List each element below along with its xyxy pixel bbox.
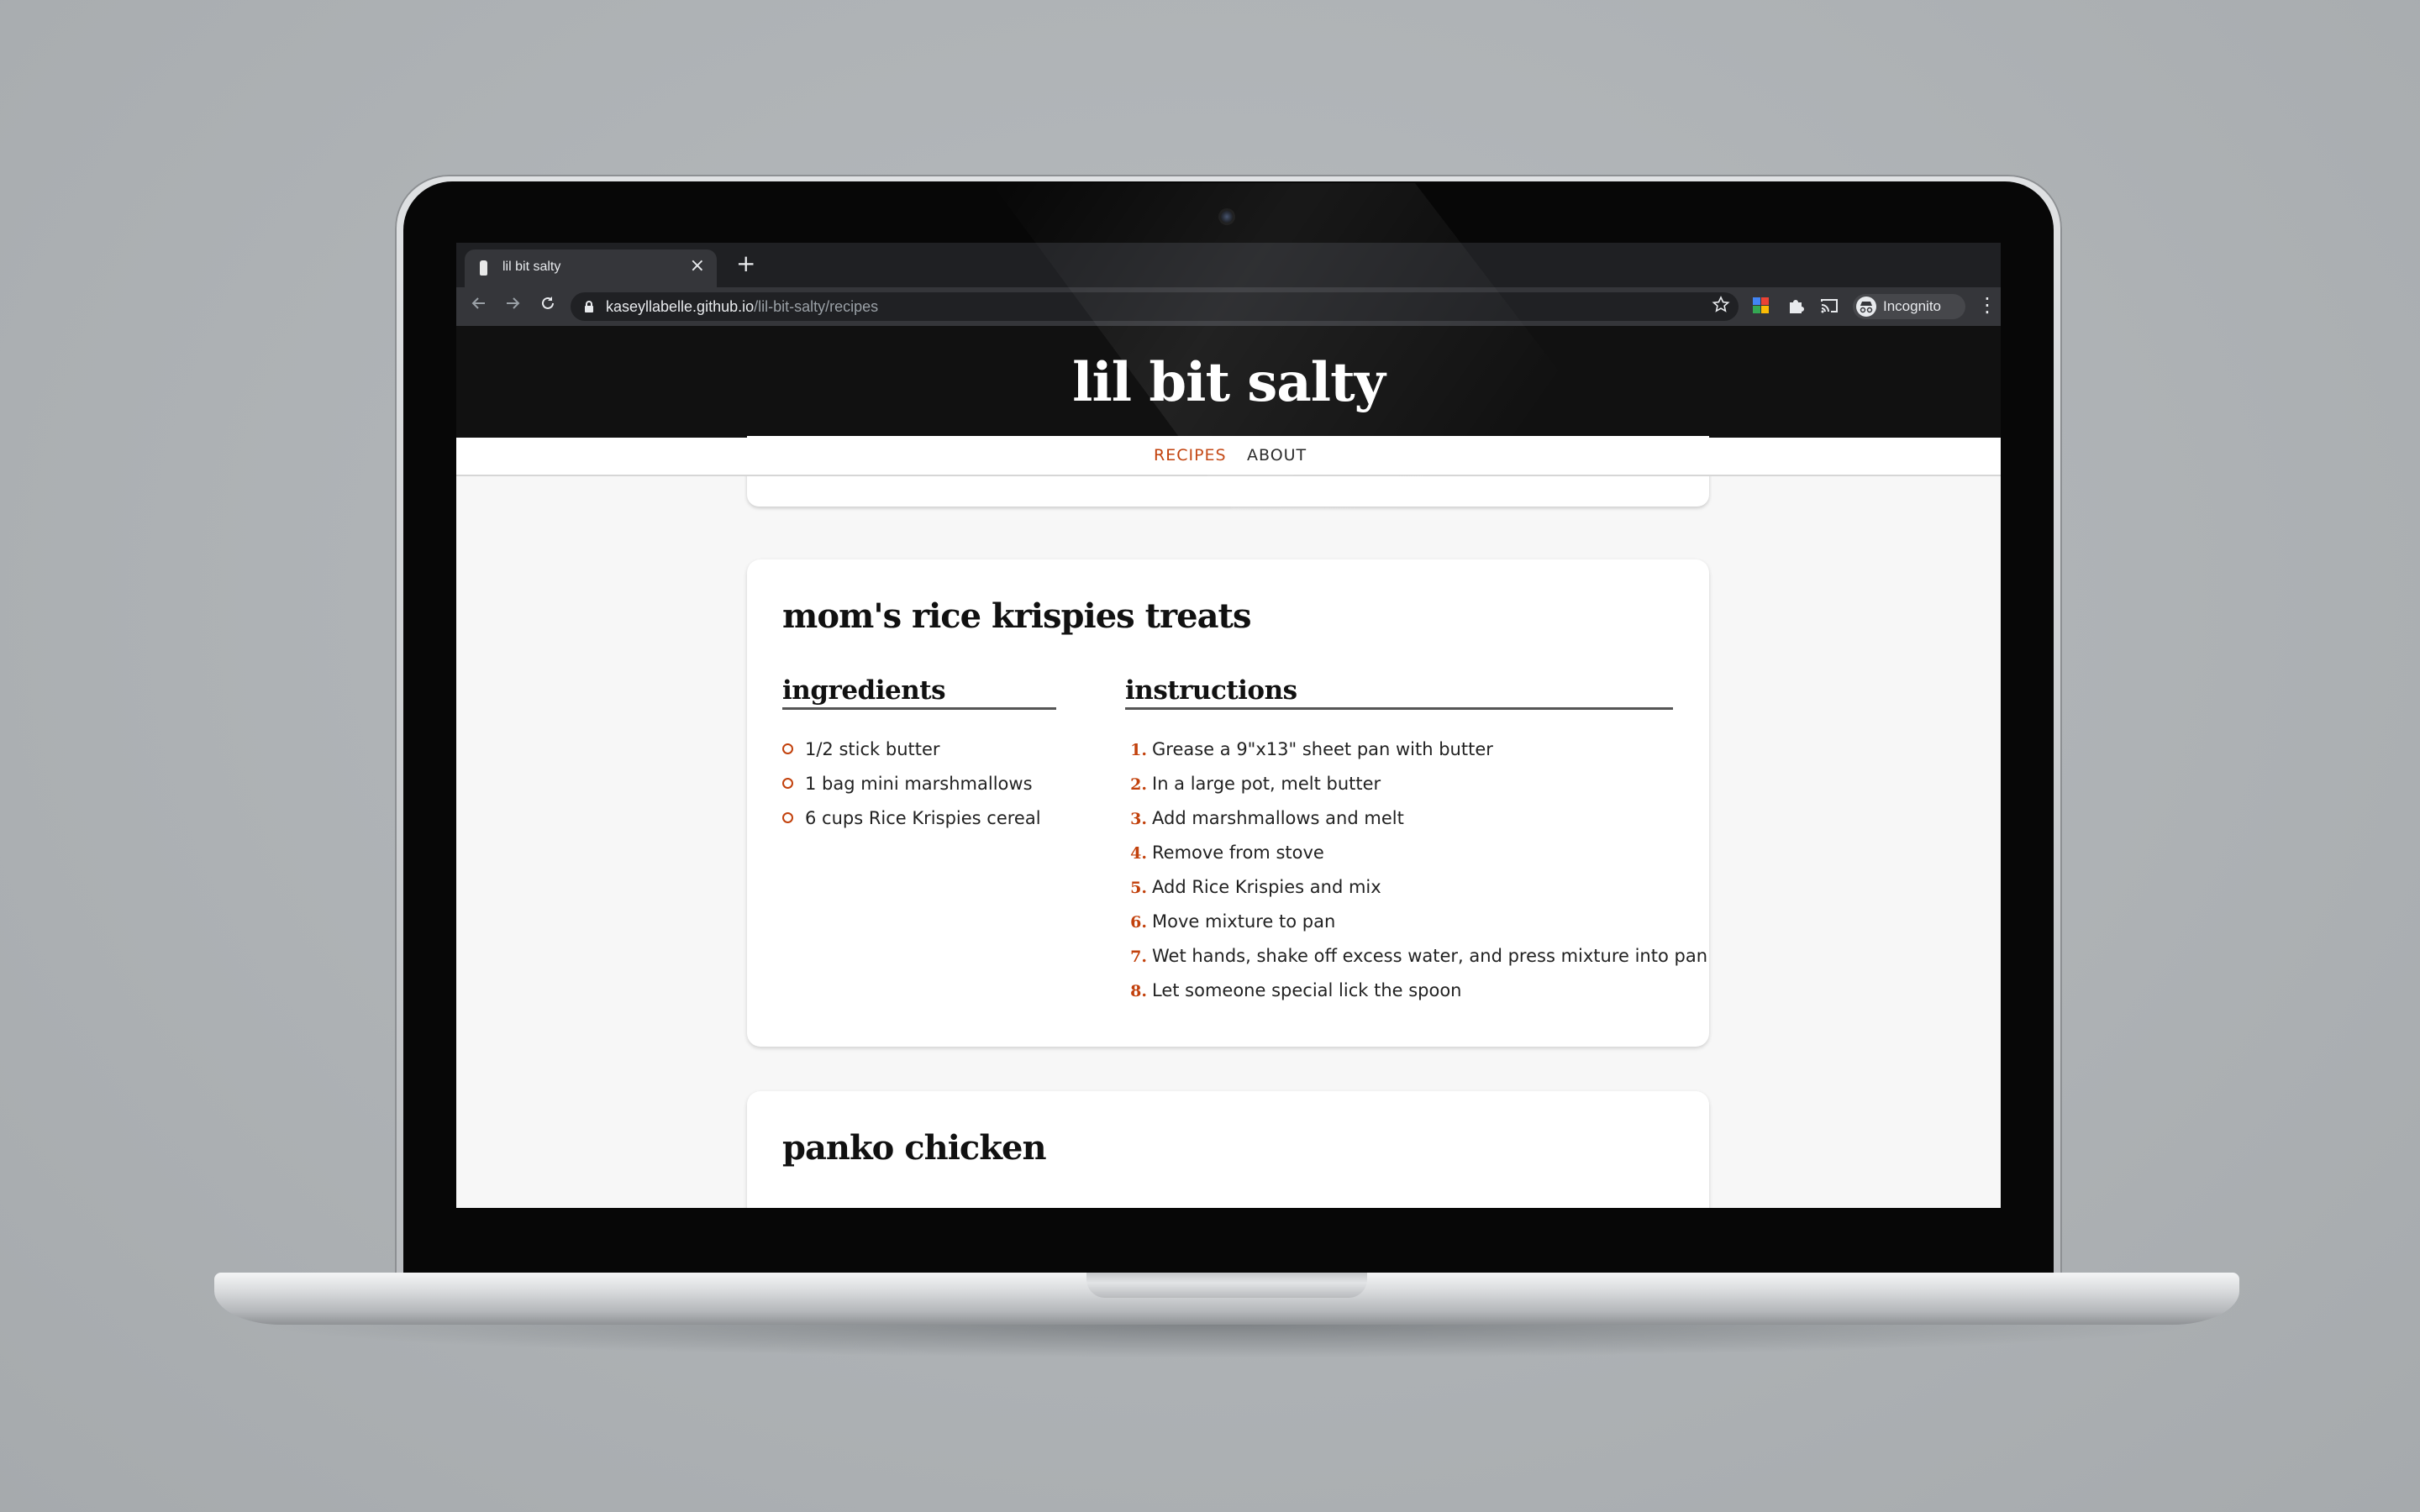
site-title[interactable]: lil bit salty — [456, 351, 2001, 414]
address-bar[interactable]: kaseyllabelle.github.io/lil-bit-salty/re… — [571, 292, 1739, 321]
forward-icon[interactable] — [503, 294, 522, 319]
browser-tab[interactable]: lil bit salty × — [465, 249, 717, 287]
step-text: Add marshmallows and melt — [1152, 808, 1404, 828]
step-number: 6. — [1130, 913, 1147, 932]
tab-title: lil bit salty — [502, 260, 561, 274]
incognito-icon — [1856, 297, 1876, 317]
instruction-step: 3. Add marshmallows and melt — [1125, 808, 1404, 828]
bullet-icon — [782, 743, 793, 754]
webcam — [1221, 211, 1233, 223]
step-number: 2. — [1130, 775, 1147, 794]
step-text: Add Rice Krispies and mix — [1152, 877, 1381, 897]
step-text: Wet hands, shake off excess water, and p… — [1152, 946, 1708, 966]
instruction-step: 2. In a large pot, melt butter — [1125, 774, 1381, 794]
site-header: lil bit salty — [456, 326, 2001, 438]
incognito-label: Incognito — [1883, 298, 1941, 314]
recipe-card: panko chicken — [747, 1091, 1709, 1208]
step-number: 4. — [1130, 844, 1147, 863]
instruction-step: 4. Remove from stove — [1125, 843, 1324, 863]
ingredient-item: 1 bag mini marshmallows — [782, 774, 1033, 794]
laptop-shadow — [252, 1325, 2202, 1358]
ingredients-heading: ingredients — [782, 675, 1056, 710]
ingredient-text: 1 bag mini marshmallows — [805, 774, 1033, 794]
reload-icon[interactable] — [539, 294, 557, 319]
cast-icon[interactable] — [1818, 295, 1840, 317]
lock-icon — [584, 300, 594, 313]
recipe-card: mom's rice krispies treats ingredients i… — [747, 559, 1709, 1047]
instruction-step: 7. Wet hands, shake off excess water, and… — [1125, 946, 1707, 966]
ingredient-item: 1/2 stick butter — [782, 739, 940, 759]
instruction-step: 8. Let someone special lick the spoon — [1125, 980, 1462, 1000]
back-icon[interactable] — [470, 294, 488, 319]
browser-window: lil bit salty × + kaseyllabelle.github.i… — [456, 243, 2001, 1208]
salt-shaker-favicon-icon — [480, 260, 487, 276]
nav-recipes-link[interactable]: RECIPES — [1154, 446, 1227, 465]
step-text: Remove from stove — [1152, 843, 1324, 863]
new-tab-icon[interactable]: + — [736, 252, 755, 276]
menu-icon[interactable]: ⋮ — [1977, 292, 1997, 318]
url-text: kaseyllabelle.github.io/lil-bit-salty/re… — [606, 298, 878, 316]
instruction-step: 5. Add Rice Krispies and mix — [1125, 877, 1381, 897]
extension-icon[interactable] — [1750, 295, 1772, 317]
ingredient-text: 1/2 stick butter — [805, 739, 940, 759]
site-nav: RECIPES ABOUT — [456, 438, 2001, 476]
recipe-title: mom's rice krispies treats — [782, 596, 1251, 636]
step-text: Let someone special lick the spoon — [1152, 980, 1462, 1000]
step-number: 3. — [1130, 810, 1147, 828]
step-number: 5. — [1130, 879, 1147, 897]
step-number: 7. — [1130, 948, 1147, 966]
step-text: Grease a 9"x13" sheet pan with butter — [1152, 739, 1493, 759]
bullet-icon — [782, 811, 793, 823]
close-tab-icon[interactable]: × — [690, 256, 705, 276]
tab-strip: lil bit salty × + — [456, 243, 2001, 287]
laptop-hinge-notch — [1086, 1273, 1367, 1298]
nav-about-link[interactable]: ABOUT — [1247, 446, 1307, 465]
incognito-badge[interactable]: Incognito — [1853, 294, 1965, 319]
bullet-icon — [782, 777, 793, 789]
instructions-heading: instructions — [1125, 675, 1673, 710]
url-path: /lil-bit-salty/recipes — [754, 298, 879, 315]
url-host: kaseyllabelle.github.io — [606, 298, 755, 315]
step-text: Move mixture to pan — [1152, 911, 1336, 932]
ingredient-text: 6 cups Rice Krispies cereal — [805, 808, 1041, 828]
recipe-title: panko chicken — [782, 1128, 1047, 1168]
instruction-step: 6. Move mixture to pan — [1125, 911, 1335, 932]
instruction-step: 1. Grease a 9"x13" sheet pan with butter — [1125, 739, 1493, 759]
step-number: 8. — [1130, 982, 1147, 1000]
star-icon[interactable] — [1712, 296, 1730, 319]
step-number: 1. — [1130, 741, 1147, 759]
ingredient-item: 6 cups Rice Krispies cereal — [782, 808, 1041, 828]
puzzle-icon[interactable] — [1785, 295, 1807, 317]
browser-toolbar: kaseyllabelle.github.io/lil-bit-salty/re… — [456, 287, 2001, 326]
step-text: In a large pot, melt butter — [1152, 774, 1381, 794]
